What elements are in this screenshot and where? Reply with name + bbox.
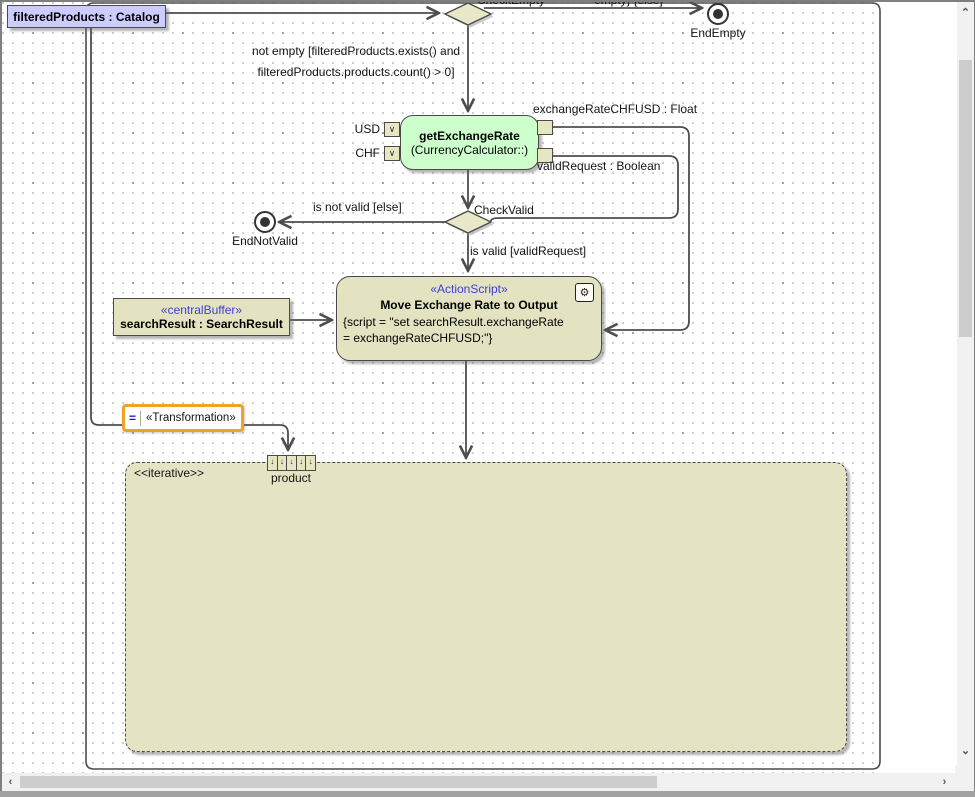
endnotvalid-label[interactable]: EndNotValid <box>225 234 305 248</box>
parameter-node-label: filteredProducts : Catalog <box>13 10 160 24</box>
guard-not-empty-line2: filteredProducts.products.count() > 0] <box>240 62 472 83</box>
expansion-arrow-icon: ↓ <box>268 456 278 470</box>
scrollbar-corner <box>955 765 975 791</box>
scroll-down-button[interactable]: ⌄ <box>959 744 972 758</box>
guard-not-empty-line1: not empty [filteredProducts.exists() and <box>240 41 472 62</box>
expansion-arrow-icon: ↓ <box>306 456 315 470</box>
value-pin-icon: ∨ <box>389 149 396 158</box>
expansion-node-label[interactable]: product <box>264 471 318 485</box>
transformation-edge-label[interactable]: = «Transformation» <box>122 404 244 432</box>
value-pin-icon: ∨ <box>389 125 396 134</box>
value-pin-chf[interactable]: ∨ <box>384 146 400 161</box>
window-top-border <box>0 0 975 2</box>
guard-not-empty[interactable]: not empty [filteredProducts.exists() and… <box>240 41 472 83</box>
expansion-arrow-icon: ↓ <box>297 456 307 470</box>
window-bottom-border <box>0 791 975 797</box>
central-buffer-searchresult[interactable]: «centralBuffer» searchResult : SearchRes… <box>113 298 290 336</box>
checkvalid-guard-valid[interactable]: is valid [validRequest] <box>470 244 586 258</box>
scroll-left-button[interactable]: ‹ <box>4 775 17 789</box>
buffer-name: searchResult : SearchResult <box>120 317 283 331</box>
horizontal-scrollbar[interactable]: ‹ › <box>2 773 955 791</box>
window-left-border <box>0 0 2 797</box>
transformation-label-text: «Transformation» <box>141 412 241 424</box>
expansion-arrow-icon: ↓ <box>278 456 288 470</box>
final-endempty-dot <box>713 9 723 19</box>
equals-icon: = <box>125 411 141 426</box>
buffer-stereotype: «centralBuffer» <box>161 303 242 317</box>
scroll-right-button[interactable]: › <box>938 775 951 789</box>
diagram-window: <<iterative>> filteredProducts : Catalog… <box>0 0 975 797</box>
expansion-region-iterative[interactable]: <<iterative>> <box>125 462 847 752</box>
pin-label-valid[interactable]: validRequest : Boolean <box>537 159 660 173</box>
parameter-node-filteredproducts[interactable]: filteredProducts : Catalog <box>7 5 166 28</box>
endempty-label[interactable]: EndEmpty <box>688 26 748 40</box>
action-move-exchange-rate[interactable]: «ActionScript» Move Exchange Rate to Out… <box>336 276 602 361</box>
actionscript-stereotype: «ActionScript» <box>337 282 601 296</box>
getexchangerate-behavior: (CurrencyCalculator::) <box>411 143 528 157</box>
move-action-name: Move Exchange Rate to Output <box>337 298 601 312</box>
vertical-scrollbar-thumb[interactable] <box>959 60 972 337</box>
getexchangerate-name: getExchangeRate <box>419 129 520 143</box>
expansion-node-product[interactable]: ↓ ↓ ↓ ↓ ↓ <box>267 455 316 471</box>
move-action-script-line1: {script = "set searchResult.exchangeRate <box>343 315 601 329</box>
pin-label-usd[interactable]: USD <box>340 122 380 136</box>
pin-label-chf[interactable]: CHF <box>340 146 380 160</box>
move-action-script-line2: = exchangeRateCHFUSD;"} <box>343 331 601 345</box>
expansion-arrow-icon: ↓ <box>287 456 297 470</box>
region-stereotype: <<iterative>> <box>134 466 204 480</box>
pin-label-rate[interactable]: exchangeRateCHFUSD : Float <box>533 102 697 116</box>
output-pin-rate[interactable] <box>537 120 553 135</box>
scroll-up-button[interactable]: ⌃ <box>959 6 972 20</box>
checkvalid-guard-invalid[interactable]: is not valid [else] <box>313 200 402 214</box>
value-pin-usd[interactable]: ∨ <box>384 122 400 137</box>
final-endnotvalid-dot <box>260 217 270 227</box>
checkvalid-label[interactable]: CheckValid <box>474 203 534 217</box>
vertical-scrollbar[interactable]: ⌃ ⌄ <box>957 2 974 765</box>
action-getexchangerate[interactable]: getExchangeRate (CurrencyCalculator::) <box>400 115 539 170</box>
horizontal-scrollbar-thumb[interactable] <box>20 776 657 788</box>
gear-icon[interactable]: ⚙ <box>575 283 594 302</box>
